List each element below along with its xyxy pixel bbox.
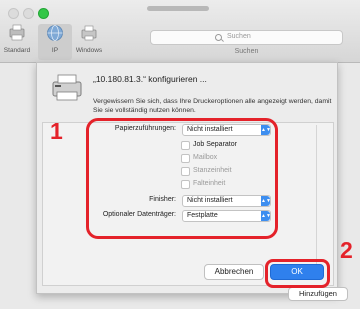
minimize-window-button[interactable] — [23, 8, 34, 19]
zoom-window-button[interactable] — [38, 8, 49, 19]
callout-1: 1 — [50, 118, 63, 144]
add-button[interactable]: Hinzufügen — [288, 287, 348, 301]
dialog-title: „10.180.81.3.“ konfigurieren ... — [93, 74, 207, 84]
toolbar-ip-label: IP — [51, 47, 59, 54]
search-input[interactable]: Suchen — [150, 30, 343, 45]
window-title — [147, 6, 209, 11]
search-placeholder: Suchen — [227, 33, 251, 40]
printer-icon — [52, 74, 82, 101]
add-printer-window: Standard IP Windows Suchen Suchen „10.18… — [0, 0, 360, 309]
windows-printer-icon — [81, 25, 97, 41]
toolbar-standard[interactable]: Standard — [0, 24, 34, 60]
toolbar-standard-label: Standard — [3, 47, 31, 54]
cancel-button[interactable]: Abbrechen — [204, 264, 264, 280]
scrollbar[interactable] — [316, 125, 317, 280]
toolbar-windows[interactable]: Windows — [72, 24, 106, 60]
toolbar-windows-label: Windows — [75, 47, 103, 54]
search-icon — [215, 34, 222, 41]
toolbar-ip[interactable]: IP — [38, 24, 72, 60]
close-window-button[interactable] — [8, 8, 19, 19]
titlebar: Standard IP Windows Suchen Suchen — [0, 0, 360, 63]
standard-printer-icon — [9, 24, 25, 41]
ip-globe-icon — [47, 25, 63, 41]
options-highlight — [86, 118, 278, 239]
callout-2: 2 — [340, 237, 353, 263]
ok-highlight — [265, 259, 330, 288]
dialog-message: Vergewissern Sie sich, dass Ihre Drucker… — [93, 98, 332, 114]
search-label: Suchen — [234, 48, 259, 55]
